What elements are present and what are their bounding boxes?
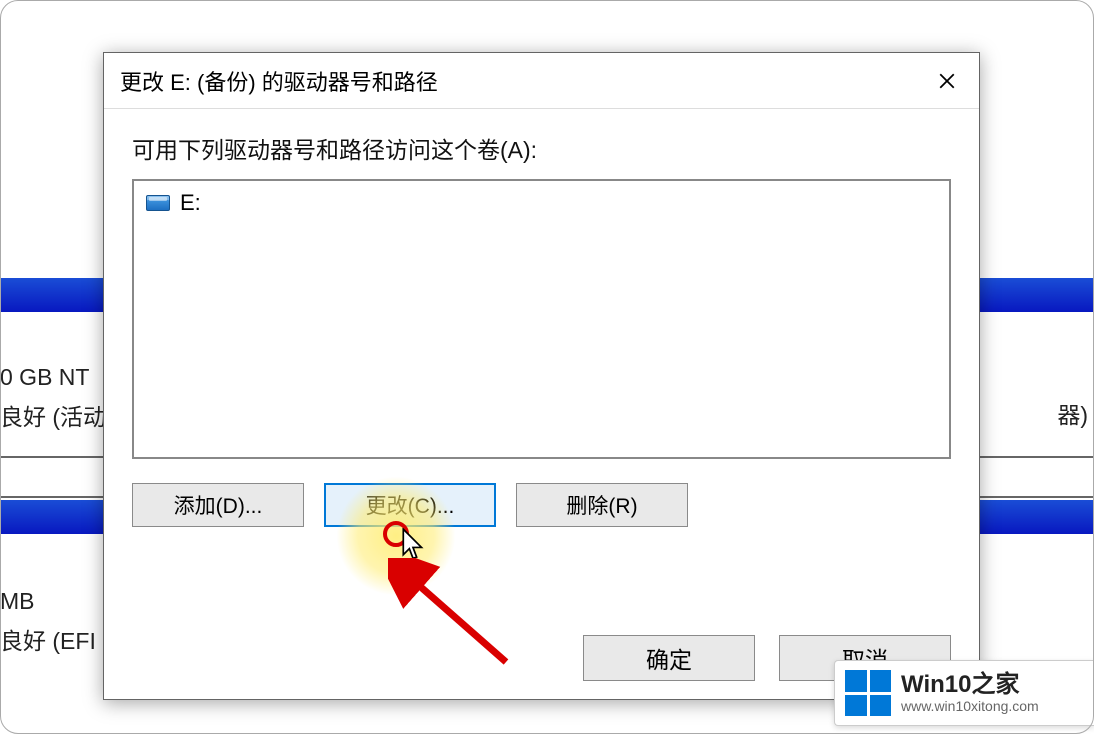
drive-icon — [146, 195, 170, 211]
watermark-text: Win10之家 www.win10xitong.com — [901, 672, 1039, 714]
list-item[interactable]: E: — [146, 191, 937, 215]
change-drive-letter-dialog: 更改 E: (备份) 的驱动器号和路径 可用下列驱动器号和路径访问这个卷(A):… — [103, 52, 980, 700]
watermark: Win10之家 www.win10xitong.com — [834, 660, 1094, 726]
change-button[interactable]: 更改(C)... — [324, 483, 496, 527]
ok-button[interactable]: 确定 — [583, 635, 755, 681]
bg-text-left-1: 0 GB NT — [0, 364, 89, 391]
watermark-title: Win10之家 — [901, 672, 1039, 698]
watermark-url: www.win10xitong.com — [901, 699, 1039, 714]
list-item-label: E: — [180, 190, 201, 216]
dialog-footer: 确定 取消 — [132, 603, 951, 681]
bg-text-right: 器) — [1057, 396, 1088, 430]
bg-text-left-2: 良好 (活动 — [0, 398, 106, 432]
drive-paths-listbox[interactable]: E: — [132, 179, 951, 459]
bg-text-efi-1: MB — [0, 588, 35, 615]
close-button[interactable] — [915, 53, 979, 108]
prompt-label: 可用下列驱动器号和路径访问这个卷(A): — [132, 131, 951, 165]
add-button[interactable]: 添加(D)... — [132, 483, 304, 527]
action-buttons-row: 添加(D)... 更改(C)... 删除(R) — [132, 483, 951, 527]
dialog-body: 可用下列驱动器号和路径访问这个卷(A): E: 添加(D)... 更改(C)..… — [104, 109, 979, 699]
windows-logo-icon — [845, 670, 891, 716]
remove-button[interactable]: 删除(R) — [516, 483, 688, 527]
titlebar: 更改 E: (备份) 的驱动器号和路径 — [104, 53, 979, 109]
dialog-title: 更改 E: (备份) 的驱动器号和路径 — [120, 65, 438, 97]
close-icon — [938, 72, 956, 90]
